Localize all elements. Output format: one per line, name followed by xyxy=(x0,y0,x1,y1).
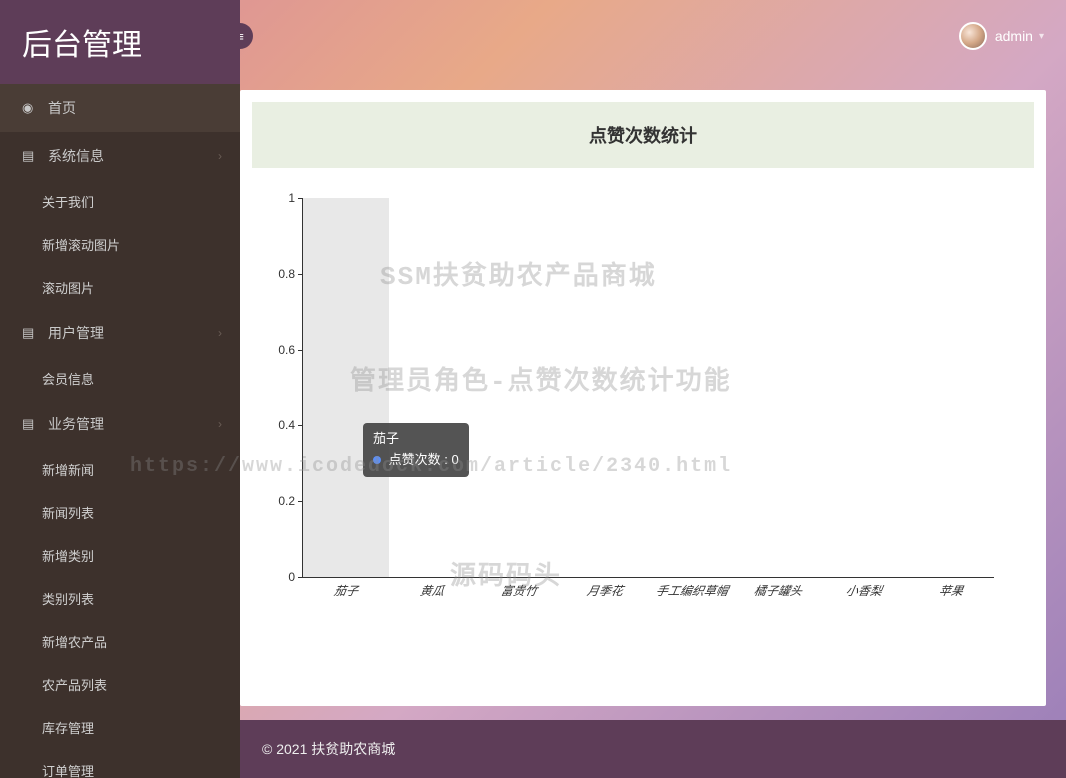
nav-biz-order[interactable]: 订单管理 xyxy=(0,749,240,778)
x-tick-label: 苹果 xyxy=(906,582,995,599)
nav-home[interactable]: ◉ 首页 xyxy=(0,84,240,132)
card-title: 点赞次数统计 xyxy=(252,102,1034,168)
series-dot-icon xyxy=(373,456,381,464)
footer: © 2021 扶贫助农商城 xyxy=(240,720,1066,778)
avatar xyxy=(959,22,987,50)
nav-usermgr[interactable]: ▤ 用户管理 › xyxy=(0,309,240,357)
nav-bizmgr-label: 业务管理 xyxy=(48,414,104,434)
chevron-right-icon: › xyxy=(218,417,222,431)
x-tick-label: 茄子 xyxy=(302,582,391,599)
nav-sys-about[interactable]: 关于我们 xyxy=(0,180,240,223)
chevron-right-icon: › xyxy=(218,326,222,340)
dashboard-icon: ◉ xyxy=(22,100,38,116)
chart-container: 茄子黄瓜富贵竹月季花手工编织草帽橘子罐头小香梨苹果 茄子 点赞次数 : 0 00… xyxy=(252,198,1034,618)
book-icon: ▤ xyxy=(22,416,38,432)
nav-biz-addnews[interactable]: 新增新闻 xyxy=(0,448,240,491)
chart-tooltip: 茄子 点赞次数 : 0 xyxy=(363,423,469,477)
user-menu[interactable]: admin ▾ xyxy=(959,22,1044,50)
nav-sysinfo[interactable]: ▤ 系统信息 › xyxy=(0,132,240,180)
chevron-down-icon: ▾ xyxy=(1039,31,1044,42)
nav-biz-stock[interactable]: 库存管理 xyxy=(0,706,240,749)
book-icon: ▤ xyxy=(22,148,38,164)
nav-usermgr-label: 用户管理 xyxy=(48,323,104,343)
app-title: 后台管理 xyxy=(0,0,240,84)
x-tick-label: 富贵竹 xyxy=(474,582,563,599)
chart-hover-column xyxy=(303,198,389,577)
tooltip-value: 0 xyxy=(451,452,458,467)
nav-sys-add-scroll[interactable]: 新增滚动图片 xyxy=(0,223,240,266)
x-tick-label: 黄瓜 xyxy=(388,582,477,599)
tooltip-title: 茄子 xyxy=(373,429,459,450)
nav-sysinfo-label: 系统信息 xyxy=(48,146,104,166)
nav-biz-addprod[interactable]: 新增农产品 xyxy=(0,620,240,663)
main-card: 点赞次数统计 茄子黄瓜富贵竹月季花手工编织草帽橘子罐头小香梨苹果 茄子 点赞次数… xyxy=(240,90,1046,706)
nav-sys-scroll[interactable]: 滚动图片 xyxy=(0,266,240,309)
y-tick-label: 0.6 xyxy=(263,343,295,357)
x-tick-label: 小香梨 xyxy=(820,582,909,599)
x-tick-label: 月季花 xyxy=(561,582,650,599)
footer-text: © 2021 扶贫助农商城 xyxy=(262,739,395,759)
user-name: admin xyxy=(995,28,1033,44)
chart-plot-area[interactable]: 茄子黄瓜富贵竹月季花手工编织草帽橘子罐头小香梨苹果 茄子 点赞次数 : 0 00… xyxy=(302,198,994,578)
nav-biz-addcat[interactable]: 新增类别 xyxy=(0,534,240,577)
tooltip-series-label: 点赞次数 : xyxy=(389,452,448,467)
nav-biz-catlist[interactable]: 类别列表 xyxy=(0,577,240,620)
y-tick-label: 0 xyxy=(263,570,295,584)
x-tick-label: 橘子罐头 xyxy=(733,582,822,599)
sidebar: 后台管理 ◉ 首页 ▤ 系统信息 › 关于我们 新增滚动图片 滚动图片 ▤ 用户… xyxy=(0,0,240,778)
y-tick-label: 0.4 xyxy=(263,418,295,432)
topbar: ≡ admin ▾ xyxy=(240,0,1066,72)
chevron-right-icon: › xyxy=(218,149,222,163)
y-tick-label: 0.8 xyxy=(263,267,295,281)
book-icon: ▤ xyxy=(22,325,38,341)
nav-bizmgr[interactable]: ▤ 业务管理 › xyxy=(0,400,240,448)
x-tick-label: 手工编织草帽 xyxy=(647,582,736,599)
y-tick-label: 0.2 xyxy=(263,494,295,508)
nav-biz-prodlist[interactable]: 农产品列表 xyxy=(0,663,240,706)
nav-user-member[interactable]: 会员信息 xyxy=(0,357,240,400)
nav-home-label: 首页 xyxy=(48,98,76,118)
y-tick-label: 1 xyxy=(263,191,295,205)
nav-biz-newslist[interactable]: 新闻列表 xyxy=(0,491,240,534)
